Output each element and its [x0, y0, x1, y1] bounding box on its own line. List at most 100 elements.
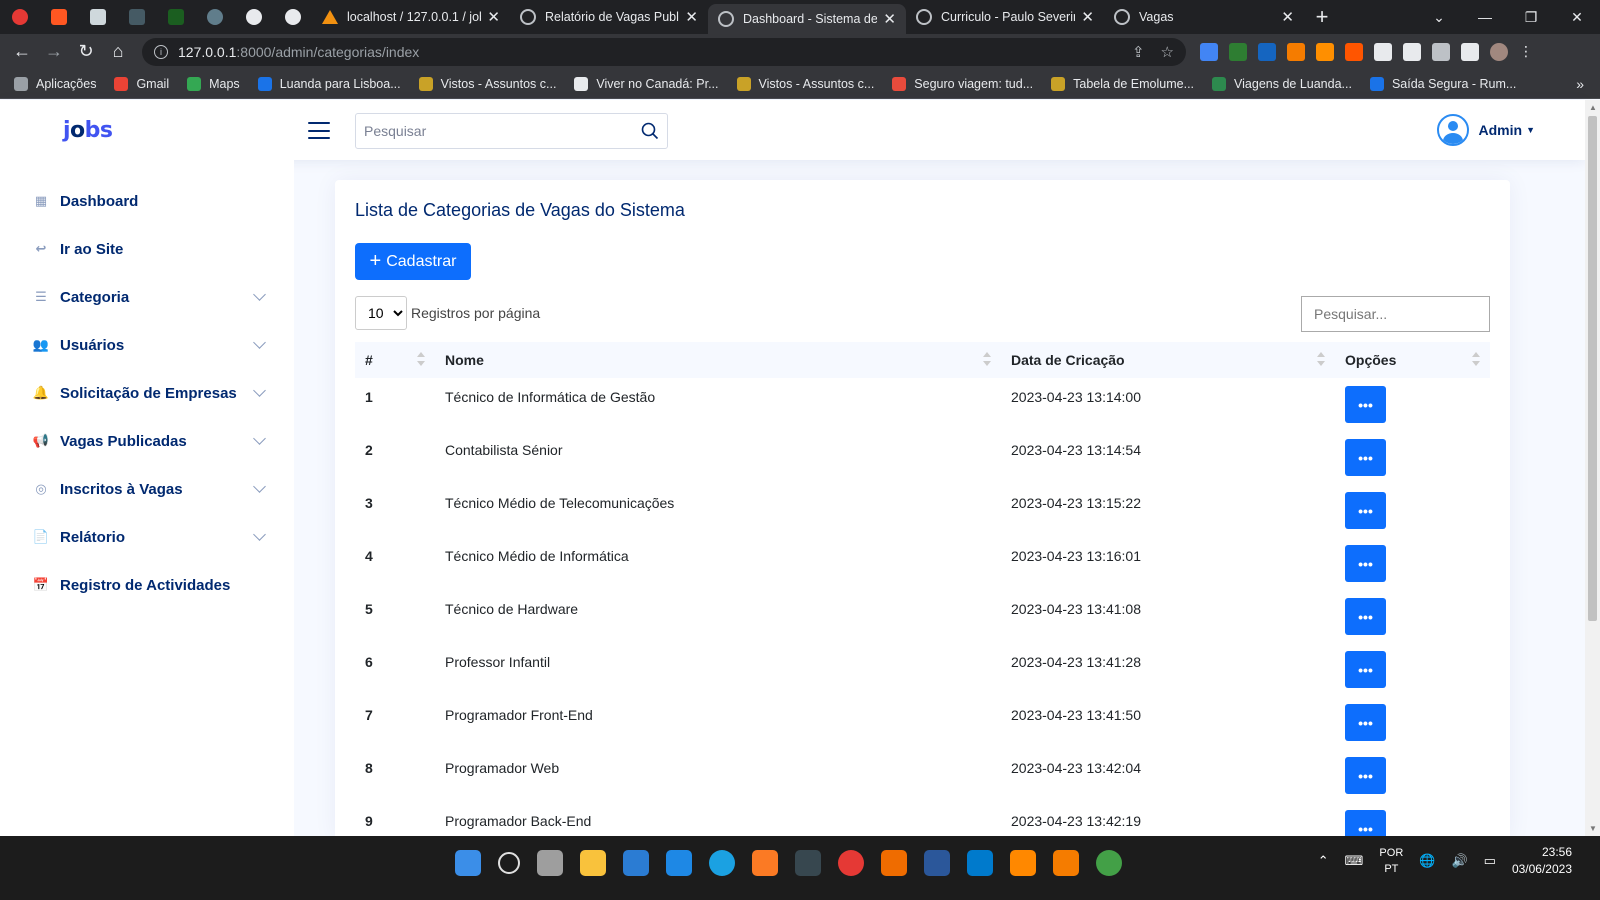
chevron-down-icon[interactable] — [253, 528, 266, 541]
close-window-icon[interactable]: ✕ — [1554, 9, 1600, 26]
pinned-tab[interactable] — [78, 0, 117, 34]
tab-search-icon[interactable]: ⌄ — [1416, 9, 1462, 26]
windows-start-icon[interactable] — [455, 850, 481, 876]
pinned-tab[interactable] — [195, 0, 234, 34]
bookmark-item[interactable]: Luanda para Lisboa... — [257, 76, 401, 91]
pinned-tab[interactable] — [156, 0, 195, 34]
chevron-down-icon[interactable] — [253, 384, 266, 397]
bookmark-item[interactable]: Vistos - Assuntos c... — [736, 76, 874, 91]
bookmark-item[interactable]: Viver no Canadá: Pr... — [574, 76, 719, 91]
bookmark-item[interactable]: Maps — [187, 76, 240, 91]
more-bookmarks-icon[interactable]: » — [1576, 76, 1584, 92]
share-icon[interactable]: ⇪ — [1132, 43, 1145, 61]
close-tab-icon[interactable]: ✕ — [685, 8, 698, 26]
add-category-button[interactable]: + Cadastrar — [355, 243, 471, 280]
profile-menu[interactable]: Admin ▼ — [1436, 114, 1535, 146]
search-icon[interactable] — [641, 122, 659, 140]
options-button[interactable]: ••• — [1345, 386, 1386, 423]
network-icon[interactable]: 🌐 — [1419, 853, 1435, 869]
bookmark-item[interactable]: Aplicações — [14, 76, 96, 91]
search-icon[interactable] — [498, 852, 520, 874]
language-indicator[interactable]: POR PT — [1379, 845, 1403, 877]
sidebar-item-rel-torio[interactable]: 📄 Relátorio — [33, 522, 268, 552]
extension-icon[interactable] — [1403, 42, 1421, 61]
side-panel-icon[interactable] — [1461, 42, 1479, 61]
address-bar[interactable]: i 127.0.0.1:8000/admin/categorias/index … — [142, 37, 1186, 66]
scrollbar-thumb[interactable] — [1588, 116, 1597, 621]
column-header-name[interactable]: Nome — [435, 342, 1001, 378]
sidebar-item-categoria[interactable]: ☰ Categoria — [34, 282, 268, 312]
vlc-icon[interactable] — [1010, 850, 1036, 876]
pinned-tab[interactable] — [117, 0, 156, 34]
chevron-down-icon[interactable] — [253, 336, 266, 349]
volume-icon[interactable]: 🔊 — [1451, 853, 1467, 869]
chrome-icon[interactable] — [838, 850, 864, 876]
home-icon[interactable]: ⌂ — [102, 41, 134, 62]
browser-tab[interactable]: Vagas ✕ — [1104, 0, 1304, 34]
app-icon[interactable] — [795, 850, 821, 876]
bookmark-item[interactable]: Saída Segura - Rum... — [1369, 76, 1516, 91]
column-header-id[interactable]: # — [355, 342, 435, 378]
task-view-icon[interactable] — [537, 850, 563, 876]
page-scrollbar[interactable]: ▲ ▼ — [1585, 100, 1600, 836]
new-extension-icon[interactable] — [1258, 42, 1276, 61]
site-info-icon[interactable]: i — [154, 44, 168, 59]
header-search-input[interactable] — [364, 123, 641, 139]
chevron-down-icon[interactable] — [253, 480, 266, 493]
pinned-tab[interactable] — [39, 0, 78, 34]
restore-icon[interactable]: ❐ — [1508, 9, 1554, 26]
sidebar-item-ir-ao-site[interactable]: ↩ Ir ao Site — [34, 234, 268, 264]
edge-icon[interactable] — [709, 850, 735, 876]
store-icon[interactable] — [623, 850, 649, 876]
minimize-icon[interactable]: — — [1462, 9, 1508, 25]
reload-icon[interactable]: ↻ — [70, 41, 102, 62]
back-icon[interactable]: ← — [6, 41, 38, 62]
chevron-down-icon[interactable] — [253, 288, 266, 301]
sidebar-item-inscritos-vagas[interactable]: ◎ Inscritos à Vagas — [34, 474, 268, 504]
browser-menu-icon[interactable]: ⋮ — [1519, 43, 1533, 61]
bookmark-item[interactable]: Seguro viagem: tud... — [892, 76, 1033, 91]
pinned-tab[interactable] — [0, 0, 39, 34]
puzzle-icon[interactable] — [1432, 42, 1450, 61]
sidebar-item-usu-rios[interactable]: 👥 Usuários — [33, 330, 268, 360]
scroll-up-icon[interactable]: ▲ — [1589, 103, 1597, 112]
mail-icon[interactable] — [666, 850, 692, 876]
battery-icon[interactable]: ▭ — [1484, 853, 1496, 869]
extension-icon[interactable] — [1374, 42, 1392, 61]
word-icon[interactable] — [924, 850, 950, 876]
per-page-select[interactable]: 10 — [355, 296, 407, 330]
media-player-icon[interactable] — [881, 850, 907, 876]
close-tab-icon[interactable]: ✕ — [883, 10, 896, 28]
sublime-icon[interactable] — [1053, 850, 1079, 876]
options-button[interactable]: ••• — [1345, 598, 1386, 635]
bookmark-star-icon[interactable]: ☆ — [1161, 43, 1174, 61]
hamburger-menu-icon[interactable] — [308, 122, 330, 139]
profile-avatar-icon[interactable] — [1490, 42, 1508, 61]
clock[interactable]: 23:56 03/06/2023 — [1512, 844, 1572, 878]
options-button[interactable]: ••• — [1345, 757, 1386, 794]
bookmark-item[interactable]: Viagens de Luanda... — [1212, 76, 1352, 91]
screenshot-extension-icon[interactable] — [1229, 42, 1247, 61]
scroll-down-icon[interactable]: ▼ — [1589, 824, 1597, 833]
options-button[interactable]: ••• — [1345, 439, 1386, 476]
table-search-input[interactable] — [1301, 296, 1490, 332]
column-header-options[interactable]: Opções — [1335, 342, 1490, 378]
column-header-date[interactable]: Data de Cricação — [1001, 342, 1335, 378]
bookmark-item[interactable]: Gmail — [114, 76, 169, 91]
pinned-tab[interactable] — [273, 0, 312, 34]
close-tab-icon[interactable]: ✕ — [487, 8, 500, 26]
options-button[interactable]: ••• — [1345, 651, 1386, 688]
sidebar-item-registro-de-actividades[interactable]: 📅 Registro de Actividades — [33, 570, 268, 600]
sidebar-item-solicita-o-de-empresas[interactable]: 🔔 Solicitação de Empresas — [33, 378, 268, 408]
chrome-profile-icon[interactable] — [1096, 850, 1122, 876]
pinned-tab[interactable] — [234, 0, 273, 34]
browser-tab[interactable]: Curriculo - Paulo Severino ✕ — [906, 0, 1104, 34]
download-extension-icon[interactable] — [1287, 42, 1305, 61]
translate-extension-icon[interactable] — [1200, 42, 1218, 61]
vscode-icon[interactable] — [967, 850, 993, 876]
soundcloud-icon[interactable] — [1345, 42, 1363, 61]
close-tab-icon[interactable]: ✕ — [1081, 8, 1094, 26]
options-button[interactable]: ••• — [1345, 704, 1386, 741]
browser-tab[interactable]: Relatório de Vagas Publicadas ✕ — [510, 0, 708, 34]
close-tab-icon[interactable]: ✕ — [1281, 8, 1294, 26]
